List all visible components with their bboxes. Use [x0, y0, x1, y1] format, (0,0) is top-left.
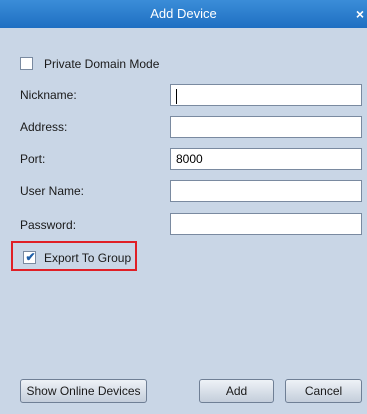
password-label: Password: — [20, 218, 77, 232]
export-group-checkbox[interactable]: ✔ — [23, 250, 36, 264]
nickname-field[interactable] — [170, 84, 362, 106]
nickname-label: Nickname: — [20, 88, 77, 102]
export-group-label[interactable]: Export To Group — [44, 251, 131, 265]
private-domain-label[interactable]: Private Domain Mode — [44, 57, 159, 71]
password-field[interactable] — [170, 213, 362, 235]
show-online-devices-button[interactable]: Show Online Devices — [20, 379, 147, 403]
text-cursor — [176, 89, 177, 104]
close-icon[interactable]: × — [353, 5, 367, 23]
dialog-title: Add Device — [150, 6, 217, 21]
checkmark-icon: ✔ — [25, 250, 36, 264]
username-field[interactable] — [170, 180, 362, 202]
address-field[interactable] — [170, 116, 362, 138]
port-field[interactable] — [170, 148, 362, 170]
add-device-dialog: Add Device × Private Domain Mode Nicknam… — [0, 0, 367, 414]
address-label: Address: — [20, 120, 68, 134]
private-domain-checkbox[interactable] — [20, 57, 33, 70]
add-button[interactable]: Add — [199, 379, 274, 403]
title-bar[interactable]: Add Device × — [0, 0, 367, 28]
cancel-button[interactable]: Cancel — [285, 379, 362, 403]
port-label: Port: — [20, 152, 46, 166]
username-label: User Name: — [20, 184, 85, 198]
